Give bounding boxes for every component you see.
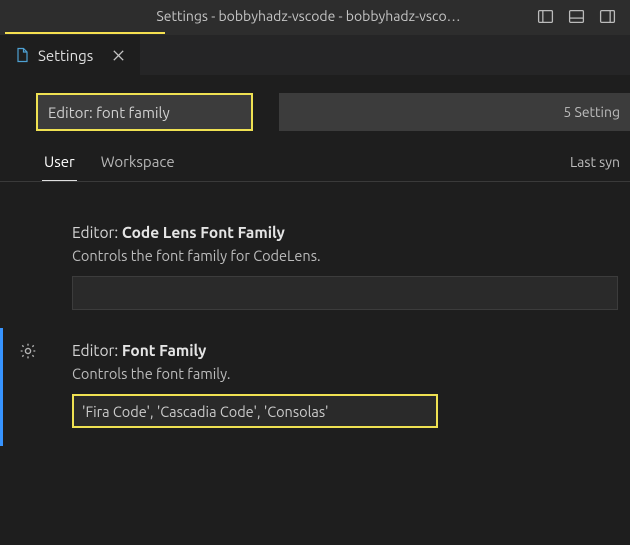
setting-code-lens-font-family: Editor: Code Lens Font Family Controls t… xyxy=(0,210,630,328)
search-input[interactable] xyxy=(36,93,253,131)
panel-right-icon[interactable] xyxy=(599,8,616,25)
editor-tabs: Settings xyxy=(0,35,630,75)
tab-settings[interactable]: Settings xyxy=(0,35,141,75)
settings-body: 5 Setting User Workspace Last syn Editor… xyxy=(0,75,630,446)
setting-description: Controls the font family for CodeLens. xyxy=(72,247,618,264)
file-icon xyxy=(14,47,30,63)
title-bar: Settings - bobbyhadz-vscode - bobbyhadz-… xyxy=(0,0,630,32)
panel-left-icon[interactable] xyxy=(537,8,554,25)
window-title: Settings - bobbyhadz-vscode - bobbyhadz-… xyxy=(80,8,537,24)
tab-label: Settings xyxy=(38,47,93,64)
font-family-field[interactable] xyxy=(72,394,438,428)
gear-icon[interactable] xyxy=(19,342,37,360)
last-synced[interactable]: Last syn xyxy=(570,154,620,180)
setting-description: Controls the font family. xyxy=(72,365,618,382)
scope-tabs: User Workspace Last syn xyxy=(0,131,630,182)
editor-layout-actions xyxy=(537,8,620,25)
tab-user[interactable]: User xyxy=(42,153,77,181)
code-lens-font-family-field[interactable] xyxy=(72,276,618,310)
panel-bottom-icon[interactable] xyxy=(568,8,585,25)
setting-title: Editor: Font Family xyxy=(72,342,618,359)
tab-workspace[interactable]: Workspace xyxy=(99,153,177,181)
search-result-count: 5 Setting xyxy=(279,93,630,131)
setting-title: Editor: Code Lens Font Family xyxy=(72,224,618,241)
close-icon[interactable] xyxy=(111,48,126,63)
setting-font-family: Editor: Font Family Controls the font fa… xyxy=(0,328,630,446)
